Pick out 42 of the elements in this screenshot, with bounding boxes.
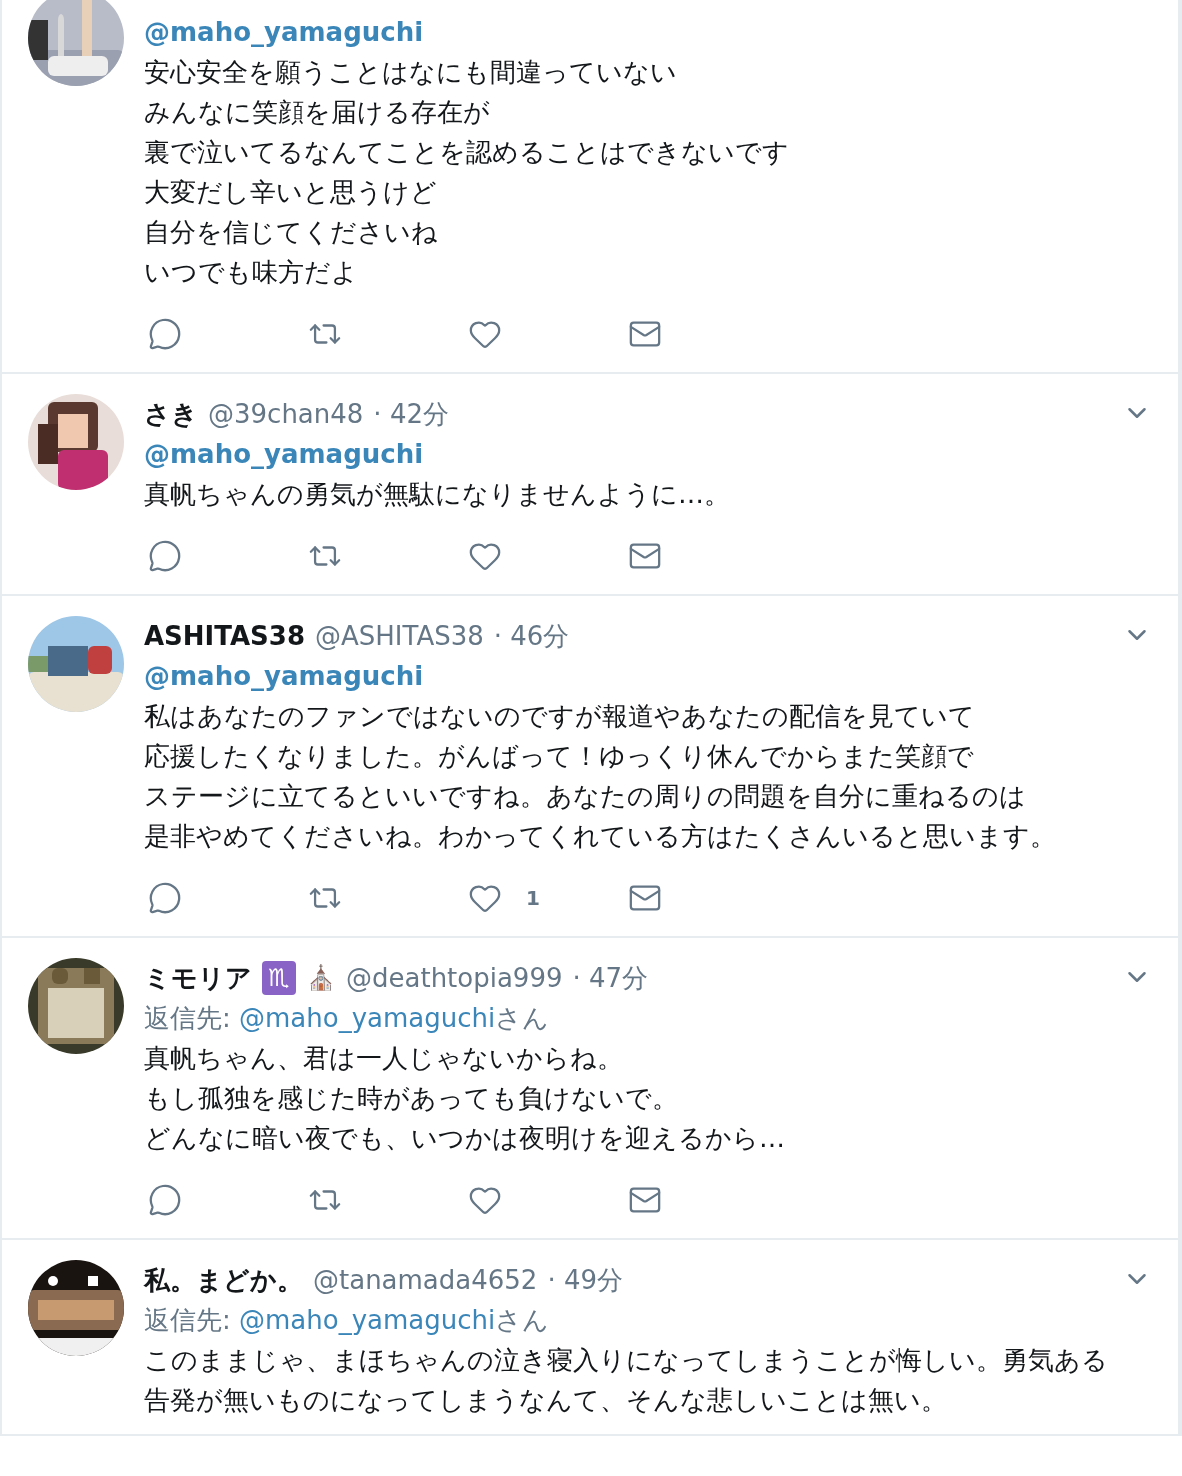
reply-to-line: 返信先: @maho_yamaguchiさん xyxy=(144,1002,551,1035)
tweet-text-line: 大変だし辛いと思うけど xyxy=(144,176,438,209)
user-name[interactable]: ミモリア xyxy=(144,958,252,998)
church-emoji: ⛪ xyxy=(306,963,336,994)
tweet-time[interactable]: · 47分 xyxy=(572,958,649,998)
tweet-time[interactable]: · 42分 xyxy=(373,394,449,434)
reply-icon[interactable] xyxy=(148,317,182,351)
tweet-text-line: どんなに暗い夜でも、いつかは夜明けを迎えるから… xyxy=(144,1122,786,1155)
tweet-text-line: 告発が無いものになってしまうなんて、そんな悲しいことは無い。 xyxy=(144,1384,948,1417)
reply-icon[interactable] xyxy=(148,1183,182,1217)
tweet-text-line: このままじゃ、まほちゃんの泣き寝入りになってしまうことが悔しい。勇気ある xyxy=(144,1344,1109,1377)
user-handle[interactable]: @ASHITAS38 xyxy=(315,616,484,656)
tweet-text-line: ステージに立てるといいですね。あなたの周りの問題を自分に重ねるのは xyxy=(144,780,1027,813)
tweet-text-line: 真帆ちゃん、君は一人じゃないからね。 xyxy=(144,1042,624,1075)
tweet-time[interactable]: · 49分 xyxy=(547,1260,624,1300)
tweet-time[interactable]: · 46分 xyxy=(493,616,570,656)
tweet-text-line: 応援したくなりました。がんばって！ゆっくり休んでからまた笑顔で xyxy=(144,740,975,773)
tweet-text-line: 裏で泣いてるなんてことを認めることはできないです xyxy=(144,136,790,169)
tweet-text-line: 真帆ちゃんの勇気が無駄になりませんように…。 xyxy=(144,478,731,511)
mention-link[interactable]: @maho_yamaguchi xyxy=(144,12,1152,52)
user-handle[interactable]: @deathtopia999 xyxy=(346,958,563,998)
user-handle[interactable]: @tanamada4652 xyxy=(313,1260,538,1300)
reply-icon[interactable] xyxy=(148,881,182,915)
tweet-text-line: 自分を信じてくださいね xyxy=(144,216,439,249)
user-name[interactable]: ASHITAS38 xyxy=(144,616,306,656)
reply-icon[interactable] xyxy=(148,539,182,573)
reply-to-line: 返信先: @maho_yamaguchiさん xyxy=(144,1304,551,1337)
mention-link[interactable]: @maho_yamaguchi xyxy=(144,656,1152,696)
tweet-text-line: みんなに笑顔を届ける存在が xyxy=(144,96,491,129)
like-count: 1 xyxy=(526,885,540,912)
zodiac-emoji: ♏ xyxy=(262,961,296,995)
mention-link[interactable]: @maho_yamaguchi xyxy=(239,1305,496,1335)
tweet-text-line: 私はあなたのファンではないのですが報道やあなたの配信を見ていて xyxy=(144,700,976,733)
user-handle[interactable]: @39chan48 xyxy=(208,394,364,434)
user-name[interactable]: 私。まどか。 xyxy=(144,1260,303,1300)
mention-link[interactable]: @maho_yamaguchi xyxy=(144,434,1152,474)
tweet-text-line: 是非やめてくださいね。わかってくれている方はたくさんいると思います。 xyxy=(144,820,1057,853)
tweet-text-line: いつでも味方だよ xyxy=(144,256,359,289)
user-name[interactable]: さき xyxy=(144,394,198,434)
tweet-text-line: もし孤独を感じた時があっても負けないで。 xyxy=(144,1082,679,1115)
tweet-text-line: 安心安全を願うことはなにも間違っていない xyxy=(144,56,678,89)
mention-link[interactable]: @maho_yamaguchi xyxy=(239,1003,496,1033)
